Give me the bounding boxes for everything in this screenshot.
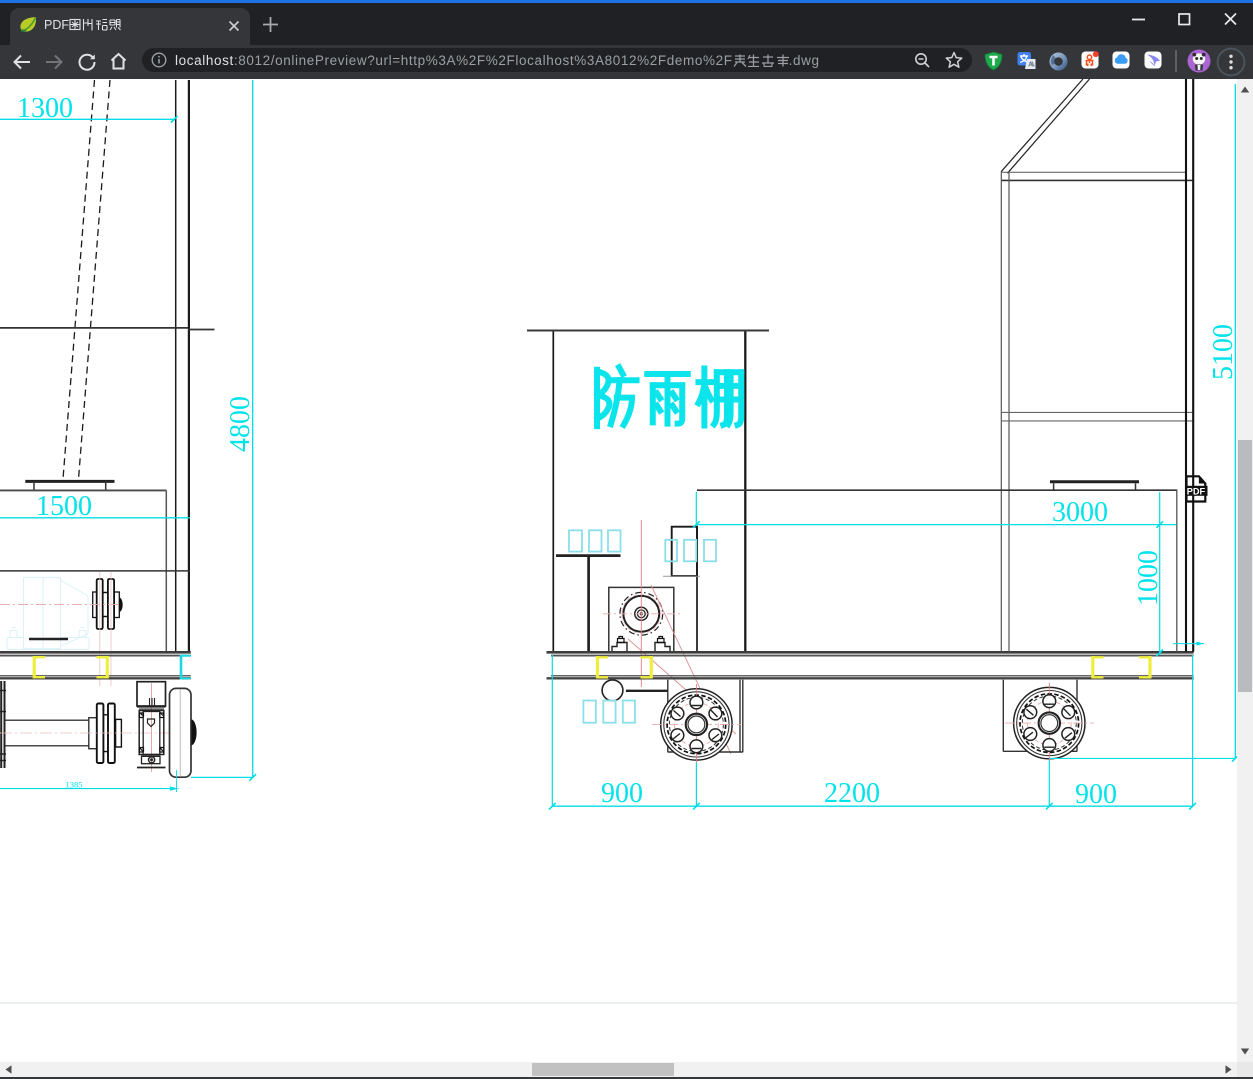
svg-text:1300: 1300 — [17, 93, 73, 124]
svg-text:4800: 4800 — [225, 396, 256, 452]
svg-text:900: 900 — [1075, 779, 1117, 810]
svg-text:5100: 5100 — [1208, 324, 1239, 380]
svg-text:1500: 1500 — [36, 491, 92, 522]
svg-text:1385: 1385 — [66, 780, 83, 790]
svg-text:PDF: PDF — [1187, 486, 1206, 496]
svg-text:900: 900 — [601, 778, 643, 809]
svg-text:2200: 2200 — [824, 778, 880, 809]
svg-text:3000: 3000 — [1052, 497, 1108, 528]
svg-text:1000: 1000 — [1133, 550, 1164, 606]
